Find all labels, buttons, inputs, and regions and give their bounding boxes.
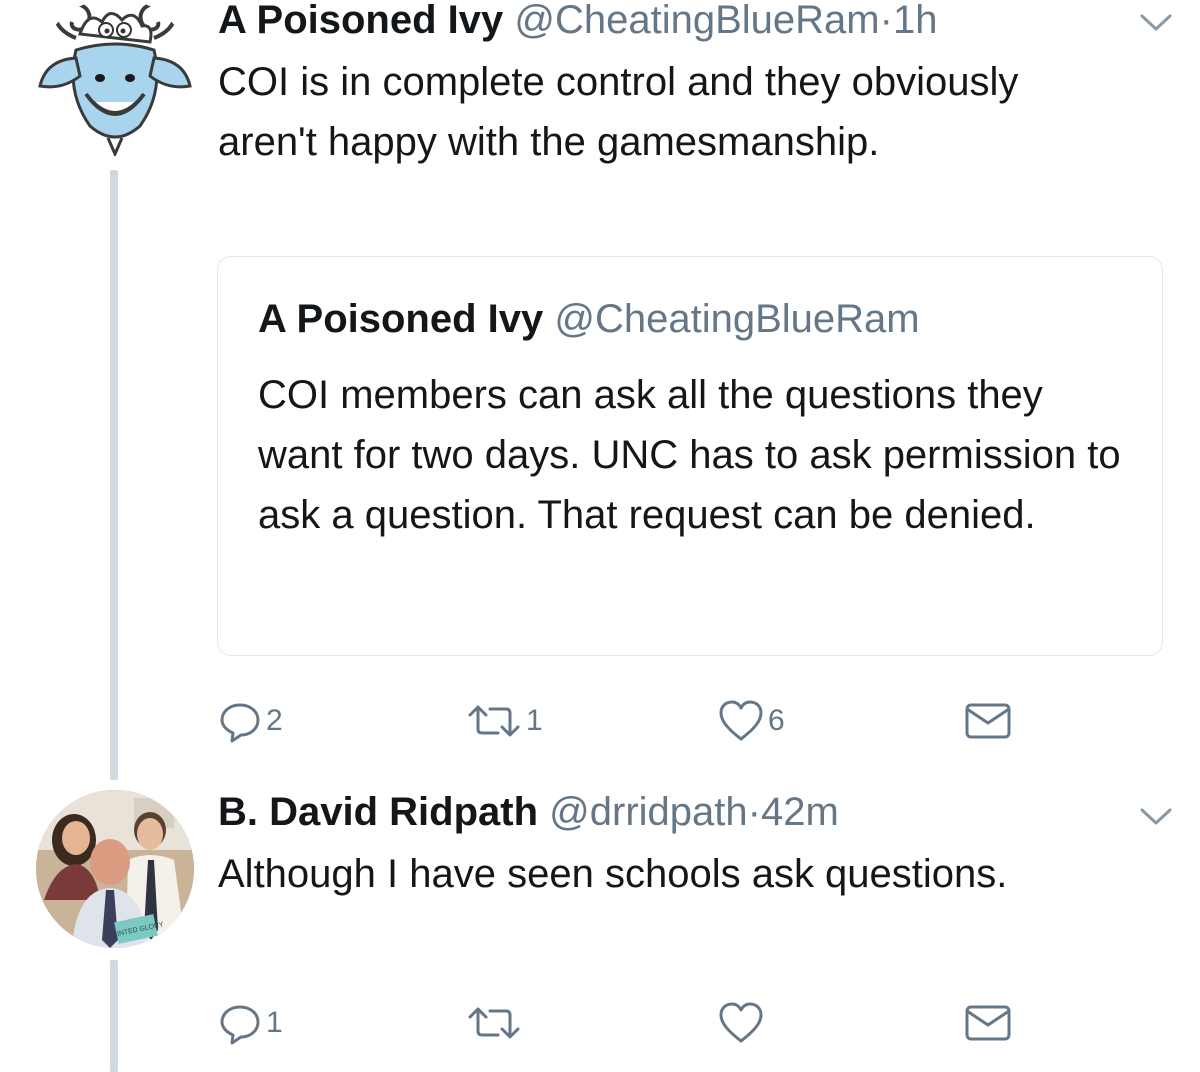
- retweet-icon: [468, 1007, 520, 1039]
- timestamp[interactable]: 42m: [761, 790, 839, 834]
- tweet-actions: 2 1 6: [0, 696, 1200, 746]
- reply-icon: [220, 703, 260, 743]
- envelope-icon: [965, 1005, 1011, 1041]
- quoted-author-name: A Poisoned Ivy: [258, 297, 544, 341]
- timestamp[interactable]: 1h: [893, 0, 938, 42]
- direct-message-button[interactable]: [964, 998, 1012, 1048]
- tweet-1[interactable]: A Poisoned Ivy @CheatingBlueRam·1h COI i…: [0, 0, 1200, 780]
- quoted-author-handle: @CheatingBlueRam: [554, 297, 920, 341]
- avatar[interactable]: TAINTED GLORY: [36, 790, 194, 948]
- reply-button[interactable]: 2: [218, 696, 283, 746]
- tweet-actions: 1: [0, 998, 1200, 1048]
- retweet-button[interactable]: 1: [466, 696, 543, 746]
- reply-count: 2: [266, 704, 283, 737]
- like-count: 6: [768, 704, 785, 737]
- reply-count: 1: [266, 1006, 283, 1039]
- tweet-header: A Poisoned Ivy @CheatingBlueRam·1h: [218, 0, 1140, 44]
- author-name[interactable]: A Poisoned Ivy: [218, 0, 503, 42]
- quoted-header: A Poisoned Ivy @CheatingBlueRam: [258, 295, 920, 343]
- reply-icon: [220, 1005, 260, 1045]
- author-handle[interactable]: @drridpath: [549, 790, 747, 834]
- cartoon-ram-icon: [36, 0, 194, 156]
- tweet-text: Although I have seen schools ask questio…: [218, 852, 1008, 896]
- like-button[interactable]: [718, 998, 768, 1048]
- tweet-text: COI is in complete control and they obvi…: [218, 60, 1019, 164]
- chevron-down-icon[interactable]: [1138, 804, 1174, 828]
- author-name[interactable]: B. David Ridpath: [218, 790, 538, 834]
- reply-button[interactable]: 1: [218, 998, 283, 1048]
- retweet-icon: [468, 705, 520, 737]
- chevron-down-icon[interactable]: [1138, 10, 1174, 34]
- quoted-text: COI members can ask all the questions th…: [258, 373, 1121, 537]
- tweet-2[interactable]: TAINTED GLORY B. David Ridpath @drridpat…: [0, 780, 1200, 1072]
- heart-icon: [719, 1002, 763, 1043]
- family-photo-avatar: TAINTED GLORY: [36, 790, 194, 948]
- direct-message-button[interactable]: [964, 696, 1012, 746]
- retweet-count: 1: [526, 704, 543, 737]
- retweet-button[interactable]: [466, 998, 526, 1048]
- separator-dot: ·: [879, 0, 893, 42]
- thread-line: [110, 170, 118, 780]
- tweet-header: B. David Ridpath @drridpath·42m: [218, 788, 1140, 836]
- like-button[interactable]: 6: [718, 696, 785, 746]
- separator-dot: ·: [747, 790, 761, 834]
- avatar[interactable]: [36, 0, 194, 156]
- envelope-icon: [965, 703, 1011, 739]
- heart-icon: [719, 700, 763, 741]
- author-handle[interactable]: @CheatingBlueRam: [514, 0, 879, 42]
- quoted-tweet[interactable]: A Poisoned Ivy @CheatingBlueRam COI memb…: [217, 256, 1163, 656]
